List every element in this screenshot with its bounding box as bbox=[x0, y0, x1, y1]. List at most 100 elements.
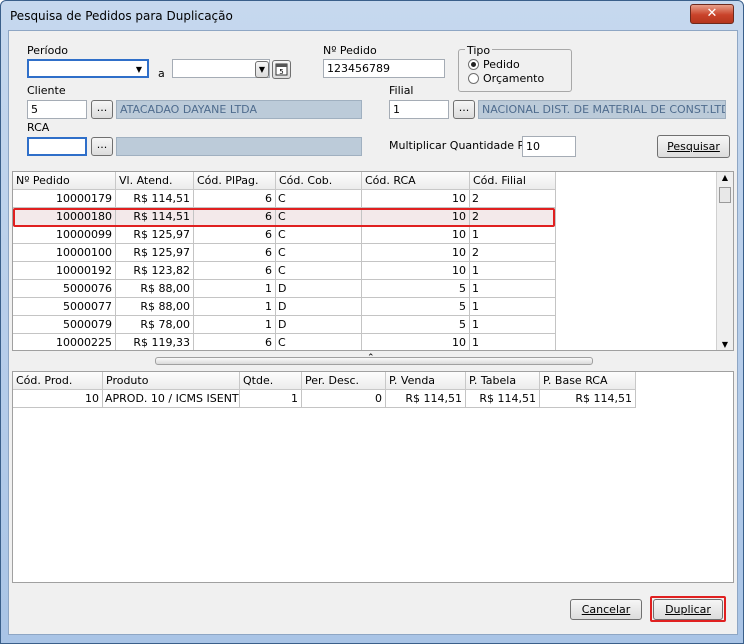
items-column-header[interactable]: Produto bbox=[103, 372, 240, 390]
dialog-body: Período ▼ a ▼ 5 Nº Pedido 123456789 Tipo… bbox=[8, 30, 738, 635]
orders-cell: 5000077 bbox=[13, 298, 116, 316]
items-column-header[interactable]: P. Venda bbox=[386, 372, 466, 390]
calendar-icon: 5 bbox=[275, 63, 288, 76]
orders-cell: 10000099 bbox=[13, 226, 116, 244]
orders-row[interactable]: 10000099 R$ 125,97 6 C 10 1 bbox=[13, 226, 556, 244]
orders-row[interactable]: 10000225 R$ 119,33 6 C 10 1 bbox=[13, 334, 556, 350]
multiplicar-value: 10 bbox=[526, 140, 540, 153]
filial-lookup-button[interactable]: ... bbox=[453, 100, 475, 119]
orders-column-header[interactable]: Vl. Atend. bbox=[116, 172, 194, 190]
orders-cell: 5000076 bbox=[13, 280, 116, 298]
orders-cell: 5000079 bbox=[13, 316, 116, 334]
close-icon: ✕ bbox=[706, 6, 718, 21]
cliente-label: Cliente bbox=[27, 84, 66, 97]
rca-code-field[interactable] bbox=[27, 137, 87, 156]
orders-cell: 10 bbox=[362, 262, 470, 280]
orders-cell: 1 bbox=[470, 226, 556, 244]
items-column-header[interactable]: Per. Desc. bbox=[302, 372, 386, 390]
orders-row[interactable]: 5000077 R$ 88,00 1 D 5 1 bbox=[13, 298, 556, 316]
scroll-down-icon[interactable]: ▼ bbox=[717, 340, 733, 349]
periodo-label: Período bbox=[27, 44, 69, 57]
orders-cell: 1 bbox=[194, 280, 276, 298]
orders-cell: C bbox=[276, 244, 362, 262]
orders-cell: 1 bbox=[194, 316, 276, 334]
items-column-header[interactable]: Qtde. bbox=[240, 372, 302, 390]
close-button[interactable]: ✕ bbox=[690, 4, 734, 24]
orders-scrollbar[interactable]: ▲ ▼ bbox=[716, 172, 733, 350]
orders-cell: 2 bbox=[470, 244, 556, 262]
items-column-header[interactable]: Cód. Prod. bbox=[13, 372, 103, 390]
orders-cell: 10 bbox=[362, 244, 470, 262]
filial-code-field[interactable]: 1 bbox=[389, 100, 449, 119]
orders-cell: 1 bbox=[470, 334, 556, 350]
orders-cell: R$ 123,82 bbox=[116, 262, 194, 280]
rca-name-field bbox=[116, 137, 362, 156]
orders-cell: C bbox=[276, 226, 362, 244]
duplicar-button[interactable]: Duplicar bbox=[653, 599, 723, 620]
orders-row[interactable]: 10000179 R$ 114,51 6 C 10 2 bbox=[13, 190, 556, 208]
orders-cell: 1 bbox=[470, 262, 556, 280]
orders-row[interactable]: 10000100 R$ 125,97 6 C 10 2 bbox=[13, 244, 556, 262]
items-column-header[interactable]: P. Tabela bbox=[466, 372, 540, 390]
orders-cell: 10 bbox=[362, 226, 470, 244]
items-column-header[interactable]: P. Base RCA bbox=[540, 372, 636, 390]
chevron-down-icon[interactable]: ▼ bbox=[132, 62, 146, 76]
ellipsis-icon: ... bbox=[96, 138, 108, 151]
rca-lookup-button[interactable]: ... bbox=[91, 137, 113, 156]
orders-cell: C bbox=[276, 190, 362, 208]
orders-row[interactable]: 5000079 R$ 78,00 1 D 5 1 bbox=[13, 316, 556, 334]
cliente-lookup-button[interactable]: ... bbox=[91, 100, 113, 119]
scroll-thumb[interactable] bbox=[719, 187, 731, 203]
orders-cell: 1 bbox=[470, 316, 556, 334]
multiplicar-field[interactable]: 10 bbox=[522, 136, 576, 157]
rca-label: RCA bbox=[27, 121, 50, 134]
cancelar-button[interactable]: Cancelar bbox=[570, 599, 642, 620]
orders-cell: 10000225 bbox=[13, 334, 116, 350]
orders-cell: 2 bbox=[470, 190, 556, 208]
orders-cell: R$ 125,97 bbox=[116, 226, 194, 244]
orders-cell: D bbox=[276, 316, 362, 334]
items-row[interactable]: 10 APROD. 10 / ICMS ISENTO /1 0 R$ 114,51 R$… bbox=[13, 390, 636, 408]
orders-cell: C bbox=[276, 262, 362, 280]
cliente-code-value: 5 bbox=[31, 103, 38, 116]
orders-column-header[interactable]: Cód. Filial bbox=[470, 172, 556, 190]
orders-column-header[interactable]: Nº Pedido bbox=[13, 172, 116, 190]
tipo-orcamento-radio[interactable] bbox=[468, 73, 479, 84]
items-grid[interactable]: Cód. Prod. Produto Qtde. Per. Desc. P. Venda… bbox=[12, 371, 734, 583]
cliente-code-field[interactable]: 5 bbox=[27, 100, 87, 119]
title-bar[interactable]: Pesquisa de Pedidos para Duplicação ✕ bbox=[0, 0, 744, 28]
multiplicar-label: Multiplicar Quantidade Por : bbox=[389, 139, 543, 152]
orders-cell: 1 bbox=[470, 298, 556, 316]
selected-row-highlight bbox=[13, 208, 555, 227]
orders-cell: R$ 78,00 bbox=[116, 316, 194, 334]
tipo-orcamento-label: Orçamento bbox=[483, 72, 545, 85]
cancelar-label: Cancelar bbox=[581, 603, 631, 616]
orders-cell: 6 bbox=[194, 226, 276, 244]
filial-name-field: NACIONAL DIST. DE MATERIAL DE CONST.LTDA bbox=[478, 100, 726, 119]
orders-cell: 1 bbox=[194, 298, 276, 316]
orders-cell: R$ 88,00 bbox=[116, 298, 194, 316]
periodo-end-dropdown[interactable]: ▼ bbox=[255, 61, 269, 78]
orders-column-header[interactable]: Cód. Cob. bbox=[276, 172, 362, 190]
orders-column-header[interactable]: Cód. PlPag. bbox=[194, 172, 276, 190]
orders-cell: 10 bbox=[362, 190, 470, 208]
orders-cell: 6 bbox=[194, 244, 276, 262]
orders-row[interactable]: 5000076 R$ 88,00 1 D 5 1 bbox=[13, 280, 556, 298]
orders-row[interactable]: 10000192 R$ 123,82 6 C 10 1 bbox=[13, 262, 556, 280]
orders-cell: 6 bbox=[194, 190, 276, 208]
scroll-up-icon[interactable]: ▲ bbox=[717, 173, 733, 182]
orders-column-header[interactable]: Cód. RCA bbox=[362, 172, 470, 190]
window-title: Pesquisa de Pedidos para Duplicação bbox=[10, 9, 233, 23]
tipo-pedido-radio[interactable] bbox=[468, 59, 479, 70]
calendar-button[interactable]: 5 bbox=[272, 60, 291, 79]
orders-grid[interactable]: Nº Pedido Vl. Atend. Cód. PlPag. Cód. Cob. C… bbox=[12, 171, 734, 351]
orders-cell: 10000100 bbox=[13, 244, 116, 262]
num-pedido-field[interactable]: 123456789 bbox=[323, 59, 445, 78]
pesquisar-button[interactable]: Pesquisar bbox=[657, 135, 730, 158]
items-cell: R$ 114,51 bbox=[540, 390, 636, 408]
orders-cell: R$ 125,97 bbox=[116, 244, 194, 262]
orders-cell: 6 bbox=[194, 334, 276, 350]
splitter-chevron-icon[interactable]: ⌃ bbox=[367, 353, 375, 363]
periodo-start-field[interactable]: ▼ bbox=[27, 59, 149, 78]
filial-code-value: 1 bbox=[393, 103, 400, 116]
